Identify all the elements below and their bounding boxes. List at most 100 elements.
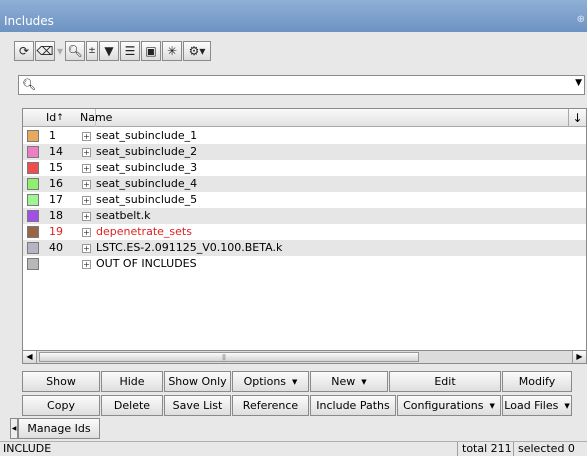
expand-collapse-icon[interactable]: ± (86, 41, 98, 61)
color-swatch[interactable] (27, 258, 39, 270)
button-label: Copy (47, 399, 75, 412)
table-row[interactable]: + OUT OF INCLUDES (23, 256, 586, 272)
color-swatch[interactable] (27, 210, 39, 222)
button-label: Configurations (403, 399, 484, 412)
row-name: seatbelt.k (96, 209, 151, 222)
row-id: 40 (49, 241, 63, 254)
row-id: 14 (49, 145, 63, 158)
edit-button[interactable]: Edit (389, 371, 501, 392)
expand-icon[interactable]: + (82, 228, 91, 237)
chevron-down-icon: ▼ (564, 401, 570, 410)
expand-icon[interactable]: + (82, 148, 91, 157)
status-mode: INCLUDE (3, 442, 52, 455)
show-only-button[interactable]: Show Only (164, 371, 231, 392)
status-selected: selected 0 (513, 442, 575, 456)
scroll-right-icon[interactable]: ▶ (572, 351, 586, 363)
toolbar: ⟳ ⌫ ▾ 🔍︎ ± ▼ ☰ ▣ ✳ ⚙▾ (14, 41, 211, 65)
include-paths-button[interactable]: Include Paths (310, 395, 396, 416)
row-name: seat_subinclude_2 (96, 145, 198, 158)
table-row[interactable]: 15 + seat_subinclude_3 (23, 160, 586, 176)
row-name: seat_subinclude_1 (96, 129, 198, 142)
expand-icon[interactable]: + (82, 132, 91, 141)
settings-icon[interactable]: ⚙▾ (183, 41, 211, 61)
expand-icon[interactable]: + (82, 244, 91, 253)
table-row[interactable]: 14 + seat_subinclude_2 (23, 144, 586, 160)
window-menu-icon[interactable]: ⊕ (577, 14, 585, 25)
scrollbar-thumb[interactable]: ||| (39, 352, 419, 362)
row-name: seat_subinclude_4 (96, 177, 198, 190)
dropdown-arrow-icon: ▾ (56, 44, 64, 58)
chevron-down-icon: ▼ (489, 401, 495, 410)
manage-ids-button[interactable]: Manage Ids (18, 418, 100, 439)
color-swatch[interactable] (27, 178, 39, 190)
title-bar: Includes ⊕ (0, 0, 587, 32)
horizontal-scrollbar[interactable]: ◀ ||| ▶ (22, 350, 587, 364)
table-row[interactable]: 19 + depenetrate_sets (23, 224, 586, 240)
search-input[interactable] (41, 77, 561, 93)
color-swatch[interactable] (27, 194, 39, 206)
includes-table: Id↑ Name ↓ 1 + seat_subinclude_1 14 + seat_su… (22, 108, 587, 364)
show-button[interactable]: Show (22, 371, 100, 392)
list-icon[interactable]: ☰ (120, 41, 140, 61)
explode-icon[interactable]: ✳ (162, 41, 182, 61)
button-row-2: Copy Delete Save List Reference Include Path… (22, 395, 572, 417)
row-id: 18 (49, 209, 63, 222)
table-rows: 1 + seat_subinclude_1 14 + seat_subinclude_2 1… (23, 128, 586, 272)
color-swatch[interactable] (27, 242, 39, 254)
column-name-label: Name (80, 111, 113, 124)
save-list-button[interactable]: Save List (164, 395, 231, 416)
eraser-icon[interactable]: ⌫ (35, 41, 55, 61)
expand-icon[interactable]: + (82, 164, 91, 173)
row-id: 17 (49, 193, 63, 206)
new-button[interactable]: New ▼ (310, 371, 388, 392)
table-row[interactable]: 40 + LSTC.ES-2.091125_V0.100.BETA.k (23, 240, 586, 256)
expand-icon[interactable]: + (82, 260, 91, 269)
table-row[interactable]: 17 + seat_subinclude_5 (23, 192, 586, 208)
scroll-left-icon[interactable]: ◀ (10, 418, 18, 439)
column-header-name[interactable]: Name (77, 109, 567, 127)
button-label: Include Paths (316, 399, 390, 412)
delete-button[interactable]: Delete (101, 395, 163, 416)
button-label: Reference (242, 399, 299, 412)
expand-icon[interactable]: + (82, 196, 91, 205)
button-label: Load Files (504, 399, 559, 412)
row-name: OUT OF INCLUDES (96, 257, 197, 270)
table-header: Id↑ Name ↓ (23, 109, 586, 127)
table-row[interactable]: 18 + seatbelt.k (23, 208, 586, 224)
hide-button[interactable]: Hide (101, 371, 163, 392)
sort-down-icon[interactable]: ↓ (568, 109, 586, 127)
scroll-left-icon[interactable]: ◀ (23, 351, 37, 363)
zoom-icon[interactable]: 🔍︎ (65, 41, 85, 61)
table-row[interactable]: 16 + seat_subinclude_4 (23, 176, 586, 192)
button-label: Edit (434, 375, 456, 388)
status-bar: INCLUDE total 211 selected 0 (0, 441, 587, 456)
modify-button[interactable]: Modify (502, 371, 572, 392)
color-swatch[interactable] (27, 146, 39, 158)
configurations-button[interactable]: Configurations ▼ (397, 395, 501, 416)
card-icon[interactable]: ▣ (141, 41, 161, 61)
column-id-label: Id (46, 111, 57, 124)
expand-icon[interactable]: + (82, 180, 91, 189)
button-label: Modify (518, 375, 556, 388)
row-id: 15 (49, 161, 63, 174)
button-label: Show (46, 375, 76, 388)
window-title: Includes (4, 14, 54, 28)
expand-icon[interactable]: + (82, 212, 91, 221)
refresh-icon[interactable]: ⟳ (14, 41, 34, 61)
reference-button[interactable]: Reference (232, 395, 309, 416)
options-button[interactable]: Options ▼ (232, 371, 309, 392)
color-swatch[interactable] (27, 130, 39, 142)
table-row[interactable]: 1 + seat_subinclude_1 (23, 128, 586, 144)
copy-button[interactable]: Copy (22, 395, 100, 416)
color-swatch[interactable] (27, 226, 39, 238)
search-bar[interactable]: 🔍︎ ▼ (18, 75, 585, 95)
chevron-down-icon: ▼ (361, 377, 367, 386)
filter-icon[interactable]: ▼ (99, 41, 119, 61)
load-files-button[interactable]: Load Files ▼ (502, 395, 572, 416)
color-swatch[interactable] (27, 162, 39, 174)
button-label: New (331, 375, 356, 388)
chevron-down-icon[interactable]: ▼ (575, 78, 582, 88)
row-name: seat_subinclude_3 (96, 161, 198, 174)
search-icon[interactable]: 🔍︎ (22, 78, 36, 91)
row-id: 1 (49, 129, 56, 142)
